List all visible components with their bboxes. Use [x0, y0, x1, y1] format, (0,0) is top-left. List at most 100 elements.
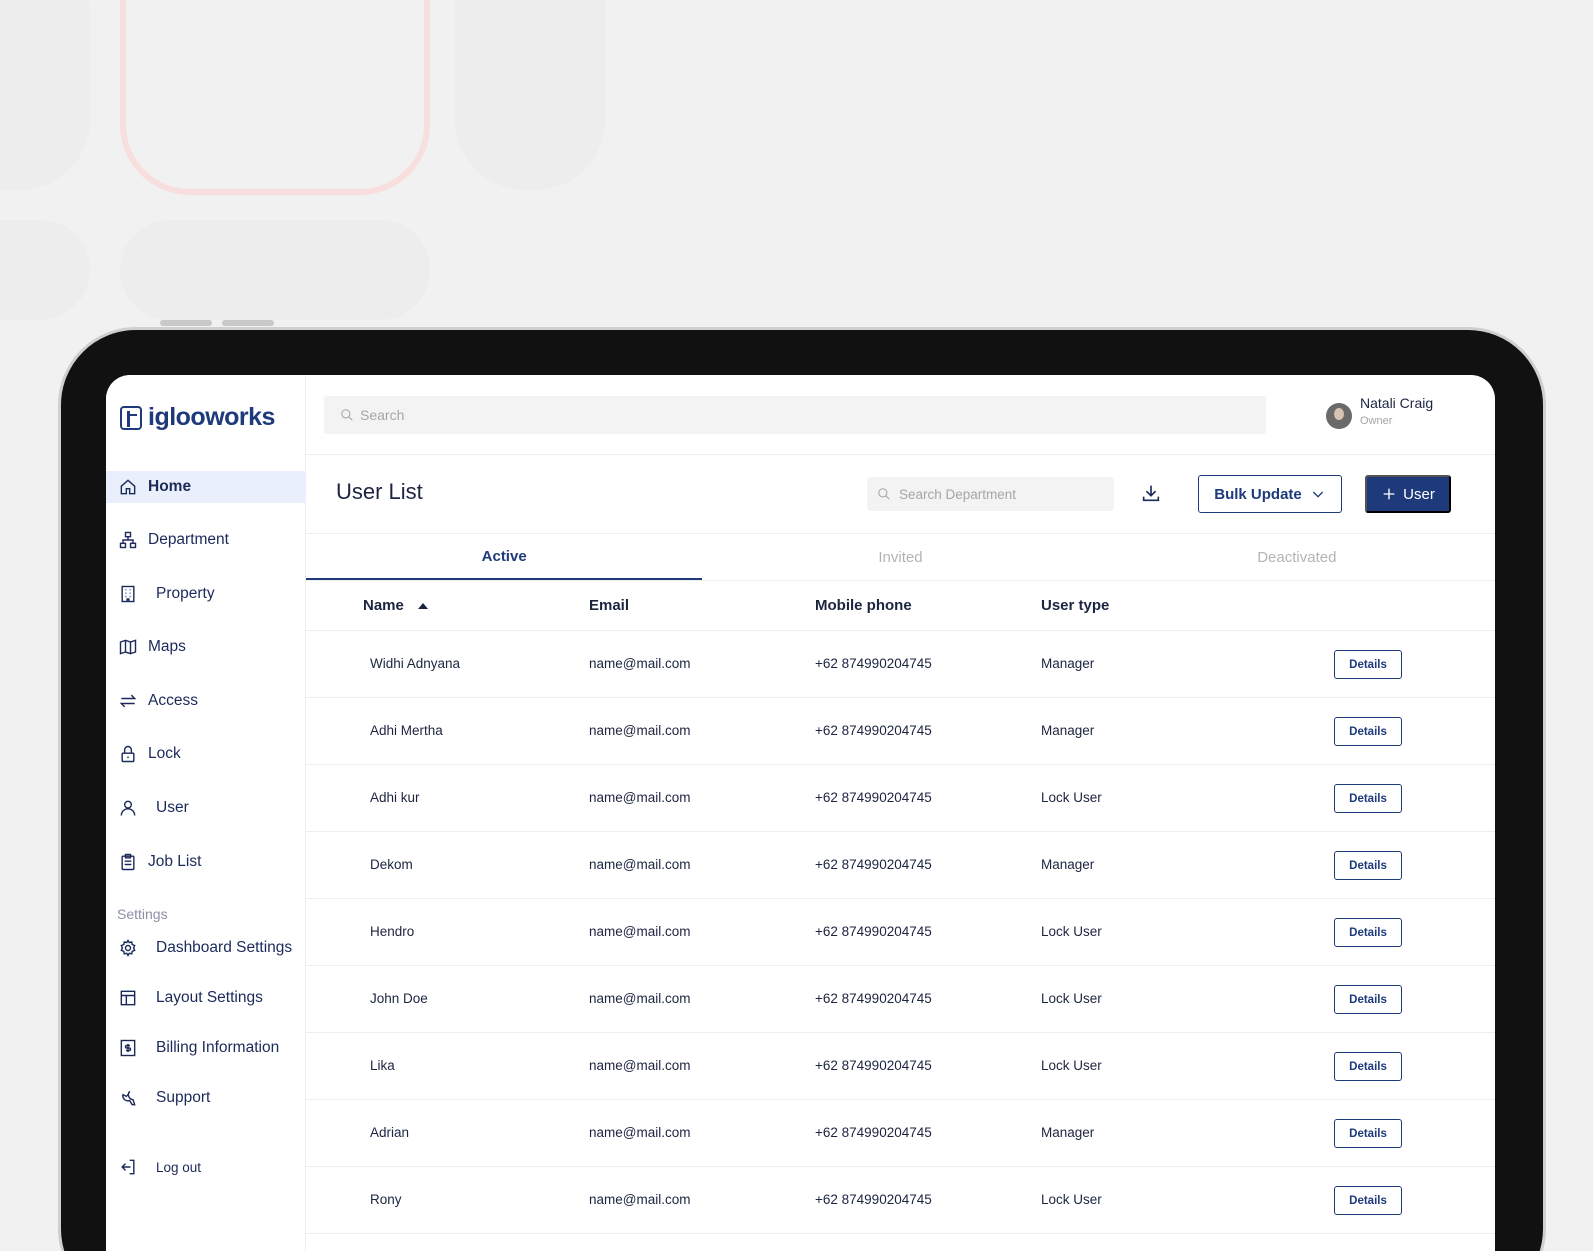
column-header-mobile-phone[interactable]: Mobile phone	[815, 597, 912, 614]
cell-phone: +62 874990204745	[815, 1058, 932, 1073]
background-tile	[120, 220, 430, 320]
tab-active[interactable]: Active	[306, 534, 703, 580]
logo-text: iglooworks	[148, 403, 275, 431]
table-row: Lika name@mail.com +62 874990204745 Lock…	[306, 1033, 1495, 1100]
sidebar-item-support[interactable]: Support	[106, 1082, 306, 1114]
background-tile	[0, 220, 90, 320]
billing-icon	[118, 1038, 138, 1058]
logout-icon	[118, 1157, 138, 1177]
cell-phone: +62 874990204745	[815, 1192, 932, 1207]
column-header-email[interactable]: Email	[589, 597, 629, 614]
page-title: User List	[336, 479, 423, 504]
sidebar-item-dashboard-settings[interactable]: Dashboard Settings	[106, 932, 306, 964]
settings-section-label: Settings	[117, 906, 168, 922]
details-button[interactable]: Details	[1334, 918, 1402, 947]
cell-email: name@mail.com	[589, 790, 691, 805]
tab-invited[interactable]: Invited	[702, 534, 1098, 580]
download-button[interactable]	[1140, 482, 1162, 504]
department-search-placeholder: Search Department	[899, 486, 1017, 502]
cell-name: Adhi Mertha	[370, 723, 443, 738]
table-row: John Doe name@mail.com +62 874990204745 …	[306, 966, 1495, 1033]
sidebar-item-label: Billing Information	[156, 1039, 280, 1056]
add-user-button[interactable]: User	[1365, 475, 1451, 513]
cell-email: name@mail.com	[589, 1125, 691, 1140]
chevron-down-icon	[1312, 491, 1323, 498]
tab-deactivated[interactable]: Deactivated	[1099, 534, 1495, 580]
sidebar-item-department[interactable]: Department	[106, 524, 306, 556]
cell-name: Adrian	[370, 1125, 410, 1140]
table-row: Dekom name@mail.com +62 874990204745 Man…	[306, 832, 1495, 899]
details-button[interactable]: Details	[1334, 717, 1402, 746]
table-row: Adhi Mertha name@mail.com +62 8749902047…	[306, 698, 1495, 765]
search-input[interactable]: Search	[324, 396, 1266, 434]
table-row: Widhi Adnyana name@mail.com +62 87499020…	[306, 631, 1495, 698]
cell-user-type: Manager	[1041, 723, 1095, 738]
search-icon	[878, 488, 890, 500]
details-button[interactable]: Details	[1334, 650, 1402, 679]
cell-phone: +62 874990204745	[815, 1125, 932, 1140]
bulk-update-button[interactable]: Bulk Update	[1198, 475, 1342, 513]
sidebar-item-billing-information[interactable]: Billing Information	[106, 1032, 306, 1064]
sidebar-item-user[interactable]: User	[106, 792, 306, 824]
sidebar-item-layout-settings[interactable]: Layout Settings	[106, 982, 306, 1014]
department-search-input[interactable]: Search Department	[867, 477, 1114, 511]
table-row: Adrian name@mail.com +62 874990204745 Ma…	[306, 1100, 1495, 1167]
user-icon	[118, 798, 138, 818]
sidebar-item-label: Dashboard Settings	[156, 939, 293, 956]
sidebar-item-property[interactable]: Property	[106, 578, 306, 610]
user-role: Owner	[1360, 415, 1393, 427]
details-button[interactable]: Details	[1334, 1186, 1402, 1215]
user-name: Natali Craig	[1360, 395, 1434, 411]
sidebar-item-label: Lock	[148, 745, 181, 762]
search-icon	[341, 409, 353, 421]
cell-user-type: Manager	[1041, 1125, 1095, 1140]
details-button[interactable]: Details	[1334, 851, 1402, 880]
building-icon	[118, 584, 138, 604]
sidebar-item-lock[interactable]: Lock	[106, 738, 306, 770]
column-header-name[interactable]: Name	[363, 597, 428, 614]
cell-user-type: Manager	[1041, 857, 1095, 872]
details-button[interactable]: Details	[1334, 1119, 1402, 1148]
sidebar-item-access[interactable]: Access	[106, 685, 306, 717]
lock-icon	[118, 744, 138, 764]
sidebar-item-job-list[interactable]: Job List	[106, 846, 306, 878]
sidebar-item-label: Access	[148, 692, 198, 709]
cell-email: name@mail.com	[589, 723, 691, 738]
logout-label: Log out	[156, 1159, 202, 1175]
cell-name: Rony	[370, 1192, 402, 1207]
sort-ascending-icon[interactable]	[417, 602, 428, 609]
cell-user-type: Lock User	[1041, 991, 1102, 1006]
logo[interactable]: iglooworks	[120, 403, 275, 432]
sidebar: iglooworks Home Department Property Maps…	[106, 375, 306, 1251]
tablet-volume-button	[222, 320, 274, 326]
table-row: Rony name@mail.com +62 874990204745 Lock…	[306, 1167, 1495, 1234]
search-placeholder: Search	[360, 407, 405, 423]
sidebar-item-label: Support	[156, 1089, 211, 1106]
cell-email: name@mail.com	[589, 924, 691, 939]
sidebar-item-label: Job List	[148, 853, 202, 870]
details-button[interactable]: Details	[1334, 985, 1402, 1014]
details-button[interactable]: Details	[1334, 784, 1402, 813]
user-profile[interactable]: Natali Craig Owner	[1326, 395, 1433, 429]
sidebar-item-home[interactable]: Home	[106, 471, 306, 503]
support-icon	[118, 1088, 138, 1108]
tablet-volume-button	[160, 320, 212, 326]
logo-mark-icon	[120, 405, 142, 430]
table-row: Hendro name@mail.com +62 874990204745 Lo…	[306, 899, 1495, 966]
cell-phone: +62 874990204745	[815, 656, 932, 671]
cell-phone: +62 874990204745	[815, 924, 932, 939]
logout-button[interactable]: Log out	[106, 1151, 306, 1183]
background-tile-outline	[120, 0, 430, 195]
cell-phone: +62 874990204745	[815, 857, 932, 872]
column-header-user-type[interactable]: User type	[1041, 597, 1109, 614]
cell-email: name@mail.com	[589, 857, 691, 872]
background-tile	[455, 0, 605, 190]
details-button[interactable]: Details	[1334, 1052, 1402, 1081]
app-screen: iglooworks Home Department Property Maps…	[106, 375, 1495, 1251]
sidebar-item-label: Property	[156, 585, 215, 602]
sidebar-item-maps[interactable]: Maps	[106, 631, 306, 663]
topbar: Search Natali Craig Owner	[306, 375, 1495, 455]
cell-email: name@mail.com	[589, 656, 691, 671]
table-header: Name Email Mobile phone User type	[306, 581, 1495, 631]
cell-name: Adhi kur	[370, 790, 420, 805]
